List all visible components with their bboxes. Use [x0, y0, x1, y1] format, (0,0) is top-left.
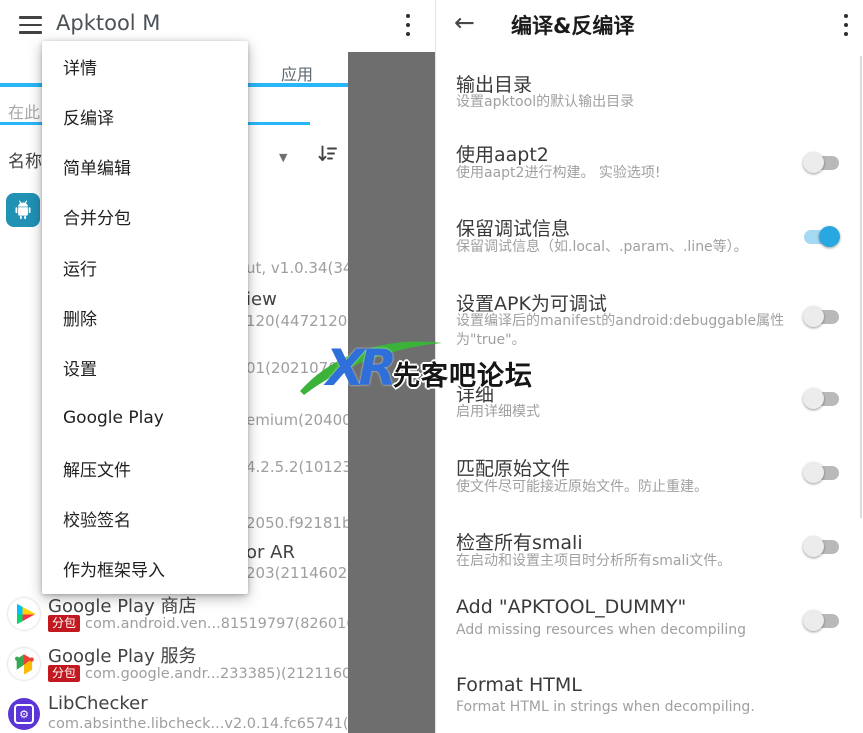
- tab-apps[interactable]: 应用: [262, 61, 332, 85]
- menu-item-verify-signature[interactable]: 校验签名: [42, 493, 248, 543]
- menu-item-details[interactable]: 详情: [42, 41, 248, 91]
- toggle-verbose[interactable]: [803, 388, 840, 410]
- settings-page-title: 编译&反编译: [511, 10, 634, 40]
- setting-match-original[interactable]: 匹配原始文件: [456, 454, 570, 481]
- toggle-apktool-dummy[interactable]: [803, 610, 840, 632]
- setting-subtitle: Add missing resources when decompiling: [456, 621, 746, 640]
- list-item-fragment: 4.2.5.2(10123): [246, 458, 358, 476]
- toggle-keep-debug-info[interactable]: [803, 226, 840, 248]
- setting-apktool-dummy[interactable]: Add "APKTOOL_DUMMY": [456, 596, 686, 618]
- menu-item-import-as-framework[interactable]: 作为框架导入: [42, 544, 248, 594]
- settings-screen: ← 编译&反编译 输出目录 设置apktool的默认输出目录 使用aapt2 使…: [435, 0, 863, 733]
- context-menu: 详情 反编译 简单编辑 合并分包 运行 删除 设置 Google Play 解压…: [42, 41, 248, 594]
- toggle-use-aapt2[interactable]: [803, 152, 840, 174]
- scrollbar[interactable]: [860, 56, 863, 518]
- list-item-fragment: or AR: [246, 542, 295, 563]
- setting-use-aapt2[interactable]: 使用aapt2: [456, 140, 549, 167]
- app-name[interactable]: LibChecker: [48, 693, 148, 714]
- app-package: com.android.ven...81519797(82601610): [85, 616, 380, 632]
- app-package-row: com.absinthe.libcheck...v2.0.14.fc65741(…: [48, 716, 382, 732]
- app-package: com.absinthe.libcheck...v2.0.14.fc65741(…: [48, 716, 382, 732]
- overflow-icon[interactable]: [405, 14, 411, 36]
- play-services-icon: [8, 648, 40, 680]
- split-badge: 分包: [48, 665, 80, 682]
- menu-item-decompile[interactable]: 反编译: [42, 91, 248, 141]
- split-badge: 分包: [48, 615, 80, 632]
- play-store-icon: [8, 598, 40, 630]
- sort-icon[interactable]: [317, 143, 339, 169]
- search-input[interactable]: 在此: [8, 99, 40, 123]
- setting-subtitle: 启用详细模式: [456, 403, 540, 422]
- overflow-icon[interactable]: [843, 14, 849, 36]
- app-package-row: 分包 com.android.ven...81519797(82601610): [48, 615, 380, 632]
- menu-item-google-play[interactable]: Google Play: [42, 393, 248, 443]
- setting-keep-debug-info[interactable]: 保留调试信息: [456, 214, 570, 241]
- gear-icon: ⚙: [19, 709, 29, 720]
- setting-subtitle: 设置编译后的manifest的android:debuggable属性 为"tr…: [456, 312, 816, 350]
- toggle-debuggable[interactable]: [803, 306, 840, 328]
- app-title: Apktool M: [56, 11, 160, 35]
- hamburger-icon[interactable]: [19, 16, 42, 34]
- setting-subtitle: 设置apktool的默认输出目录: [456, 93, 634, 112]
- dimmed-filler-area: [348, 52, 435, 733]
- screenshot-root: 应用 在此 名称 ▼: [0, 0, 863, 733]
- menu-item-extract-files[interactable]: 解压文件: [42, 443, 248, 493]
- setting-subtitle: Format HTML in strings when decompiling.: [456, 698, 755, 717]
- menu-item-settings[interactable]: 设置: [42, 343, 248, 393]
- setting-subtitle: 使文件尽可能接近原始文件。防止重建。: [456, 478, 708, 497]
- list-item-fragment: ut, v1.0.34(34): [246, 259, 358, 277]
- back-icon[interactable]: ←: [454, 8, 475, 37]
- menu-item-simple-edit[interactable]: 简单编辑: [42, 142, 248, 192]
- app-package: com.google.andr...233385)(212116037): [85, 666, 375, 682]
- menu-item-merge-splits[interactable]: 合并分包: [42, 192, 248, 242]
- libchecker-icon: ⚙: [8, 698, 40, 730]
- menu-item-delete[interactable]: 删除: [42, 292, 248, 342]
- apktool-main-screen: 应用 在此 名称 ▼: [0, 0, 435, 733]
- sort-field-label[interactable]: 名称: [8, 147, 42, 172]
- setting-check-all-smali[interactable]: 检查所有smali: [456, 528, 583, 555]
- setting-subtitle: 在启动和设置主项目时分析所有smali文件。: [456, 552, 731, 571]
- toggle-match-original[interactable]: [803, 462, 840, 484]
- list-item-fragment: iew: [246, 289, 277, 310]
- toggle-check-all-smali[interactable]: [803, 536, 840, 558]
- dropdown-caret-icon[interactable]: ▼: [279, 151, 287, 164]
- app-package-row: 分包 com.google.andr...233385)(212116037): [48, 665, 375, 682]
- setting-subtitle: 使用aapt2进行构建。 实验选项!: [456, 164, 661, 183]
- menu-item-run[interactable]: 运行: [42, 242, 248, 292]
- android-icon: [6, 193, 40, 227]
- setting-subtitle: 保留调试信息（如.local、.param、.line等）。: [456, 238, 748, 257]
- setting-format-html[interactable]: Format HTML: [456, 674, 582, 696]
